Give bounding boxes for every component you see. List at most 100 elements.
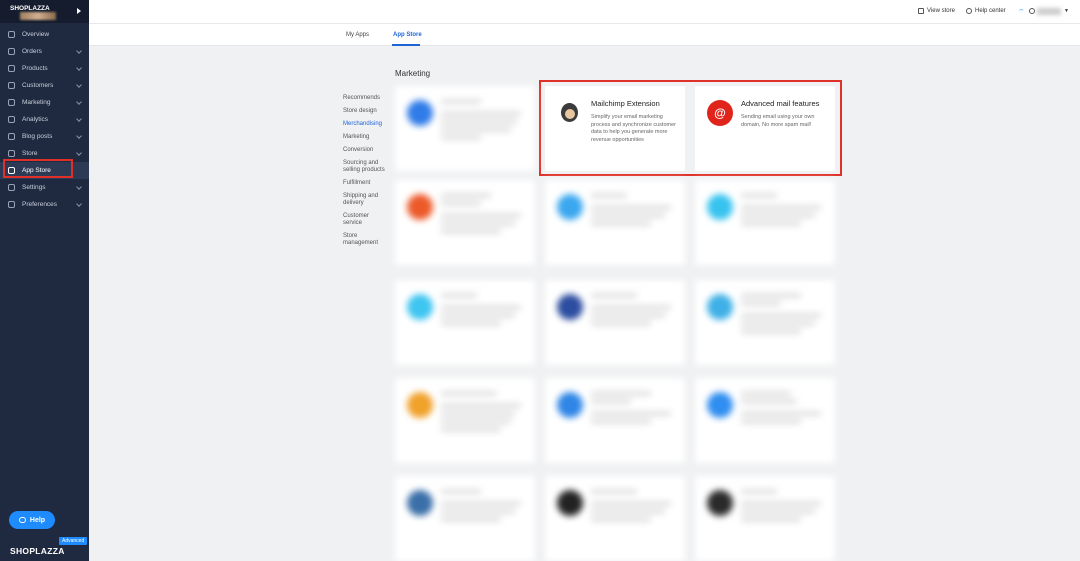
plan-badge: Advanced — [59, 537, 88, 545]
category-list: Recommends Store design Merchandising Ma… — [343, 95, 388, 253]
sidebar-item-preferences[interactable]: Preferences — [0, 196, 89, 213]
app-icon — [407, 490, 433, 516]
chevron-down-icon — [76, 150, 82, 156]
category-recommends[interactable]: Recommends — [343, 95, 388, 102]
sidebar-item-products[interactable]: Products — [0, 60, 89, 77]
sidebar-item-orders[interactable]: Orders — [0, 43, 89, 60]
view-store-link[interactable]: View store — [918, 8, 955, 14]
sidebar-item-label: Customers — [22, 82, 54, 89]
category-conversion[interactable]: Conversion — [343, 147, 388, 154]
sidebar-nav: Overview Orders Products Customers Marke… — [0, 26, 89, 213]
chevron-down-icon — [76, 133, 82, 139]
category-merchandising[interactable]: Merchandising — [343, 121, 388, 128]
category-customer-service[interactable]: Customer service — [343, 213, 388, 227]
chevron-down-icon — [76, 48, 82, 54]
sidebar-item-label: Analytics — [22, 116, 49, 123]
tab-bar: My Apps App Store — [89, 24, 1080, 46]
top-bar: View store Help center ⌔ ▼ — [89, 0, 1080, 24]
app-card-blurred[interactable] — [395, 86, 535, 171]
gear-icon — [8, 184, 15, 191]
app-card-blurred[interactable] — [395, 280, 535, 365]
chevron-down-icon — [76, 99, 82, 105]
app-icon — [407, 100, 433, 126]
orders-icon — [8, 48, 15, 55]
sidebar-item-settings[interactable]: Settings — [0, 179, 89, 196]
app-card-blurred[interactable] — [395, 180, 535, 265]
home-icon — [918, 8, 924, 14]
chevron-down-icon — [76, 184, 82, 190]
sidebar-item-label: Overview — [22, 31, 50, 38]
app-card-blurred[interactable] — [545, 378, 685, 463]
category-fulfillment[interactable]: Fulfillment — [343, 180, 388, 187]
category-marketing[interactable]: Marketing — [343, 134, 388, 141]
category-store-design[interactable]: Store design — [343, 108, 388, 115]
shoplazza-logo: SHOPLAZZA — [10, 546, 65, 556]
chat-bubble-icon — [18, 517, 26, 523]
app-icon — [707, 294, 733, 320]
app-card-blurred[interactable] — [695, 180, 835, 265]
category-sourcing[interactable]: Sourcing and selling products — [343, 160, 388, 174]
app-icon — [707, 392, 733, 418]
app-icon — [407, 194, 433, 220]
sidebar-item-marketing[interactable]: Marketing — [0, 94, 89, 111]
user-menu-caret-icon[interactable]: ▼ — [1064, 8, 1069, 14]
app-card-blurred[interactable] — [695, 378, 835, 463]
store-avatar — [20, 12, 56, 20]
app-card-blurred[interactable] — [545, 280, 685, 365]
marketing-icon — [8, 99, 15, 106]
app-card-blurred[interactable] — [395, 378, 535, 463]
sidebar-item-analytics[interactable]: Analytics — [0, 111, 89, 128]
preferences-icon — [8, 201, 15, 208]
highlight-box-mail-apps — [539, 80, 842, 176]
section-title: Marketing — [395, 69, 431, 78]
chevron-down-icon — [76, 65, 82, 71]
app-icon — [557, 294, 583, 320]
overview-icon — [8, 31, 15, 38]
app-icon — [557, 490, 583, 516]
blog-icon — [8, 133, 15, 140]
category-store-management[interactable]: Store management — [343, 233, 388, 247]
help-center-link[interactable]: Help center — [966, 8, 1006, 14]
category-shipping[interactable]: Shipping and delivery — [343, 193, 388, 207]
view-store-label: View store — [927, 8, 955, 14]
tab-app-store[interactable]: App Store — [393, 32, 422, 38]
app-card-blurred[interactable] — [395, 476, 535, 561]
store-switcher[interactable]: SHOPLAZZA — [0, 0, 89, 23]
sidebar-item-label: Orders — [22, 48, 42, 55]
sidebar: SHOPLAZZA Overview Orders Products Custo… — [0, 0, 89, 561]
sidebar-item-label: Store — [22, 150, 38, 157]
sidebar-item-label: Marketing — [22, 99, 51, 106]
app-icon — [407, 294, 433, 320]
sidebar-item-label: Blog posts — [22, 133, 53, 140]
help-label: Help — [29, 516, 46, 524]
sidebar-item-overview[interactable]: Overview — [0, 26, 89, 43]
chevron-down-icon — [76, 116, 82, 122]
analytics-icon — [8, 116, 15, 123]
sidebar-item-label: Products — [22, 65, 48, 72]
app-icon — [707, 490, 733, 516]
store-name: SHOPLAZZA — [10, 5, 50, 12]
user-name — [1037, 8, 1061, 15]
sidebar-item-label: Preferences — [22, 201, 58, 208]
sidebar-item-blog-posts[interactable]: Blog posts — [0, 128, 89, 145]
network-icon[interactable]: ⌔ — [1018, 8, 1025, 17]
app-card-blurred[interactable] — [695, 280, 835, 365]
store-icon — [8, 150, 15, 157]
sidebar-item-customers[interactable]: Customers — [0, 77, 89, 94]
app-card-blurred[interactable] — [695, 476, 835, 561]
app-icon — [557, 392, 583, 418]
chevron-down-icon — [76, 82, 82, 88]
app-card-blurred[interactable] — [545, 476, 685, 561]
sidebar-item-label: Settings — [22, 184, 46, 191]
customers-icon — [8, 82, 15, 89]
question-icon — [966, 8, 972, 14]
active-tab-indicator — [392, 44, 420, 46]
user-avatar-icon — [1029, 8, 1035, 14]
tab-my-apps[interactable]: My Apps — [346, 32, 369, 38]
app-card-blurred[interactable] — [545, 180, 685, 265]
help-button[interactable]: Help — [9, 511, 55, 529]
app-icon — [707, 194, 733, 220]
app-icon — [557, 194, 583, 220]
expand-arrow-icon[interactable] — [77, 8, 81, 14]
help-center-label: Help center — [975, 8, 1006, 14]
